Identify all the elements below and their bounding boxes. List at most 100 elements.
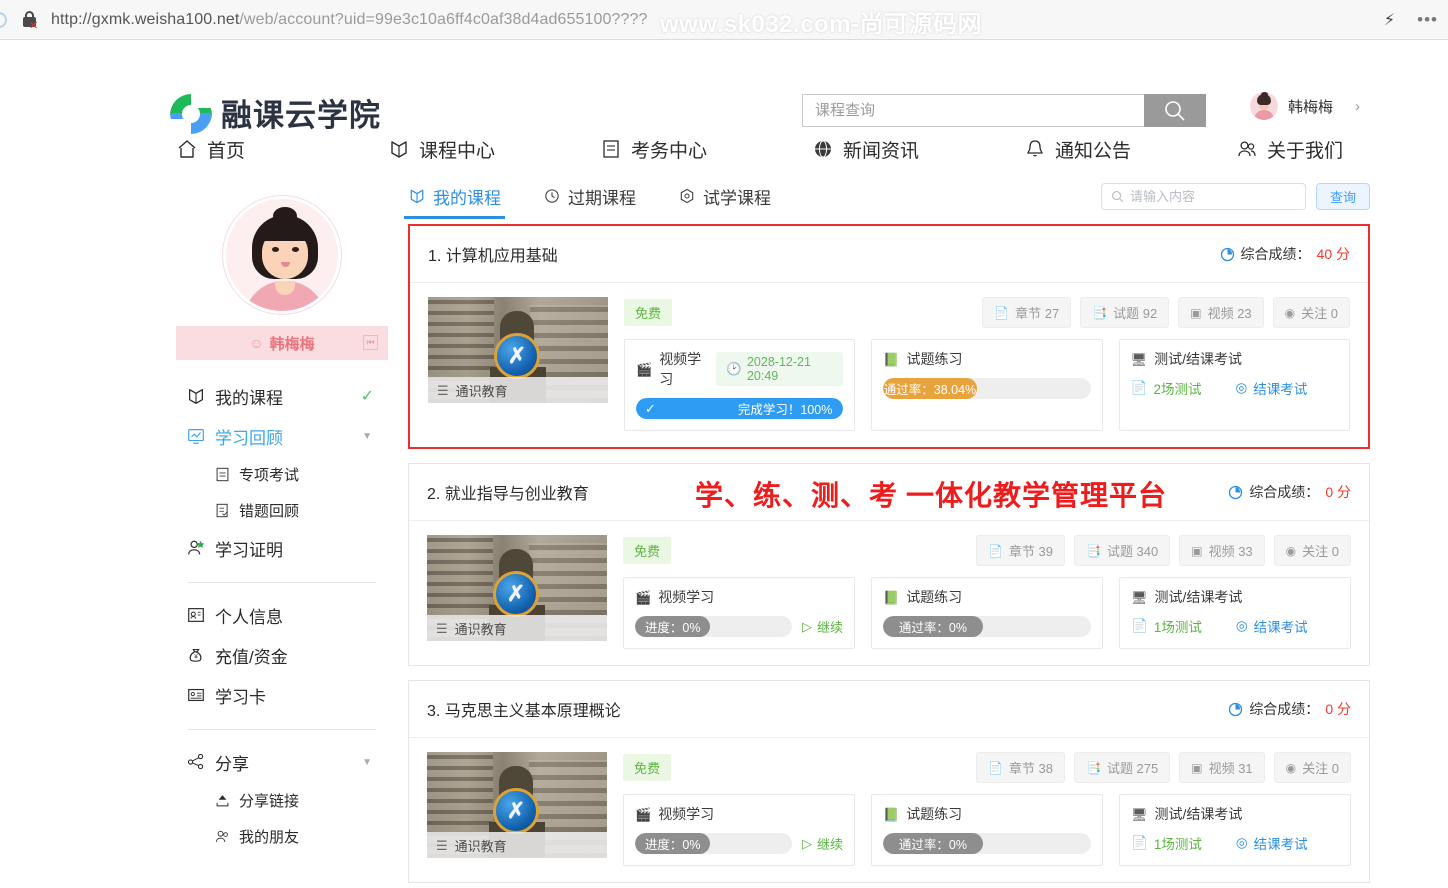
nav-item-notice[interactable]: 通知公告 <box>1024 136 1236 163</box>
sidebar-item-study-card[interactable]: 学习卡 <box>182 675 382 715</box>
nav-item-news[interactable]: 新闻资讯 <box>812 136 1024 163</box>
bolt-icon[interactable]: ⚡ <box>1384 10 1395 30</box>
panel-test-exam[interactable]: 🖥 测试/结课考试 📄 1场测试 ◎ 结课考试 <box>1119 577 1351 649</box>
sidebar-subitem-special-exam[interactable]: 专项考试 <box>182 456 382 492</box>
tab-expired-courses[interactable]: 过期课程 <box>543 184 636 219</box>
chip-follows[interactable]: ◉ 关注 0 <box>1273 297 1350 328</box>
main-content: 我的课程 过期课程 试学课程 <box>388 178 1448 888</box>
sidebar-item-personal-info[interactable]: 个人信息 <box>182 595 382 635</box>
sidebar-subitem-my-friends[interactable]: 我的朋友 <box>182 818 382 854</box>
chip-questions[interactable]: 📑 试题 92 <box>1080 297 1169 328</box>
course-card[interactable]: 2. 就业指导与创业教育 学、练、测、考 一体化教学管理平台 综合成绩： 0 分… <box>408 463 1370 666</box>
final-exam-link[interactable]: ◎ 结课考试 <box>1235 378 1307 398</box>
chip-videos[interactable]: ▣ 视频 23 <box>1178 297 1263 328</box>
continue-label: 继续 <box>817 834 843 853</box>
list-check-icon <box>214 502 231 519</box>
course-stat-chips: 📄 章节 27 📑 试题 92 ▣ 视频 23 <box>982 297 1350 328</box>
final-exam-link[interactable]: ◎ 结课考试 <box>1236 833 1308 853</box>
tab-trial-courses[interactable]: 试学课程 <box>678 184 771 219</box>
book-icon <box>186 386 206 406</box>
sidebar-item-label: 我的课程 <box>215 384 283 409</box>
course-thumbnail[interactable]: ✗ ☰ 通识教育 <box>427 535 607 641</box>
nav-item-home[interactable]: 首页 <box>176 136 388 163</box>
chip-follows[interactable]: ◉ 关注 0 <box>1274 752 1351 783</box>
chip-chapters[interactable]: 📄 章节 38 <box>976 752 1065 783</box>
thumbnail-category-bar: ☰ 通识教育 <box>428 377 608 403</box>
panel-video-study[interactable]: 🎬 视频学习 进度：0% ▷ <box>623 794 855 866</box>
trial-icon <box>678 187 696 205</box>
chip-chapters[interactable]: 📄 章节 27 <box>982 297 1071 328</box>
bell-icon <box>1024 138 1046 160</box>
back-button[interactable] <box>0 12 7 28</box>
panel-video-study[interactable]: 🎬 视频学习 🕑 2028-12-21 20:49 <box>624 339 855 431</box>
course-filter-input[interactable] <box>1130 189 1296 204</box>
course-thumbnail[interactable]: ✗ ☰ 通识教育 <box>427 752 607 858</box>
monitor-icon: 🖥 <box>1131 353 1148 366</box>
nav-item-exam-center[interactable]: 考务中心 <box>600 136 812 163</box>
course-filter-search[interactable] <box>1101 183 1306 210</box>
free-tag: 免费 <box>623 754 671 781</box>
panel-test-exam[interactable]: 🖥 测试/结课考试 📄 2场测试 ◎ 结课考试 <box>1119 339 1350 431</box>
panel-quiz-practice[interactable]: 📗 试题练习 通过率：0% <box>871 794 1103 866</box>
query-button[interactable]: 查询 <box>1316 183 1370 210</box>
search-button[interactable] <box>1144 94 1206 127</box>
tab-my-courses[interactable]: 我的课程 <box>408 184 501 219</box>
panel-header: 🎬 视频学习 <box>635 804 843 824</box>
sidebar-item-my-courses[interactable]: 我的课程 ✓ <box>182 376 382 416</box>
user-menu[interactable]: 韩梅梅 › <box>1250 92 1360 120</box>
nav-item-about[interactable]: 关于我们 <box>1236 136 1448 163</box>
chip-questions[interactable]: 📑 试题 340 <box>1074 535 1170 566</box>
tests-link[interactable]: 📄 1场测试 <box>1131 616 1202 636</box>
tab-label: 试学课程 <box>703 184 771 209</box>
quiz-progress-fill: 通过率：38.04% <box>883 378 976 399</box>
book-open-icon: 📗 <box>883 808 899 821</box>
chip-follows[interactable]: ◉ 关注 0 <box>1274 535 1351 566</box>
course-card[interactable]: 3. 马克思主义基本原理概论 综合成绩： 0 分 ✗ ☰ 通识教育 <box>408 680 1370 883</box>
panel-video-study[interactable]: 🎬 视频学习 进度：0% ▷ <box>623 577 855 649</box>
sidebar-subitem-wrong-questions[interactable]: 错题回顾 <box>182 492 382 528</box>
sidebar-item-study-review[interactable]: 学习回顾 ▼ <box>182 416 382 456</box>
quiz-progress-fill: 通过率：0% <box>883 616 983 637</box>
site-logo[interactable]: 融课云学院 <box>170 90 381 135</box>
continue-link[interactable]: ▷ 继续 <box>802 834 843 853</box>
course-search-input[interactable] <box>802 94 1144 127</box>
sidebar-subitem-share-link[interactable]: 分享链接 <box>182 782 382 818</box>
film-icon: 🎬 <box>635 591 651 604</box>
sidebar-item-recharge[interactable]: ¥ 充值/资金 <box>182 635 382 675</box>
friends-icon <box>214 828 231 845</box>
course-meta-row: 免费 📄 章节 27 📑 试题 92 ▣ <box>624 297 1350 328</box>
chip-videos[interactable]: ▣ 视频 33 <box>1179 535 1264 566</box>
video-progress-bar: 进度：0% <box>635 616 792 637</box>
chip-questions[interactable]: 📑 试题 275 <box>1074 752 1170 783</box>
browser-toolbar: ✕ http://gxmk.weisha100.net/web/account?… <box>0 0 1448 40</box>
tests-link[interactable]: 📄 2场测试 <box>1131 378 1202 398</box>
panel-test-exam[interactable]: 🖥 测试/结课考试 📄 1场测试 ◎ 结课考试 <box>1119 794 1351 866</box>
sidebar-item-share[interactable]: 分享 ▼ <box>182 742 382 782</box>
chevron-right-icon: › <box>1355 98 1360 115</box>
insecure-lock-icon[interactable]: ✕ <box>19 9 41 31</box>
chip-videos[interactable]: ▣ 视频 31 <box>1179 752 1264 783</box>
sidebar-item-certificate[interactable]: 学习证明 <box>182 528 382 568</box>
nav-item-course-center[interactable]: 课程中心 <box>388 136 600 163</box>
panel-header: 🖥 测试/结课考试 <box>1131 349 1338 369</box>
panel-quiz-practice[interactable]: 📗 试题练习 通过率：0% <box>871 577 1103 649</box>
address-bar[interactable]: http://gxmk.weisha100.net/web/account?ui… <box>51 11 647 29</box>
panel-title: 测试/结课考试 <box>1155 804 1243 824</box>
sidebar-avatar[interactable] <box>223 196 341 314</box>
sidebar-menu: 我的课程 ✓ 学习回顾 ▼ 专项考试 错题回顾 <box>176 376 388 854</box>
pie-clock-icon <box>1228 702 1243 717</box>
paper-icon: 📄 <box>1131 380 1148 396</box>
more-menu-icon[interactable]: ••• <box>1417 10 1438 30</box>
final-exam-link[interactable]: ◎ 结课考试 <box>1236 616 1308 636</box>
expand-icon[interactable]: ⏮ <box>363 335 378 350</box>
tests-link[interactable]: 📄 1场测试 <box>1131 833 1202 853</box>
certificate-icon <box>186 538 206 558</box>
course-card[interactable]: 1. 计算机应用基础 综合成绩： 40 分 ✗ ☰ 通识教育 <box>408 224 1370 449</box>
id-card-icon <box>186 605 206 625</box>
chip-chapters[interactable]: 📄 章节 39 <box>976 535 1065 566</box>
continue-link[interactable]: ▷ 继续 <box>802 617 843 636</box>
panel-quiz-practice[interactable]: 📗 试题练习 通过率：38.04% <box>871 339 1102 431</box>
panel-title: 视频学习 <box>659 349 709 389</box>
course-card-body: ✗ ☰ 通识教育 免费 📄 章节 27 <box>410 283 1368 447</box>
course-thumbnail[interactable]: ✗ ☰ 通识教育 <box>428 297 608 403</box>
